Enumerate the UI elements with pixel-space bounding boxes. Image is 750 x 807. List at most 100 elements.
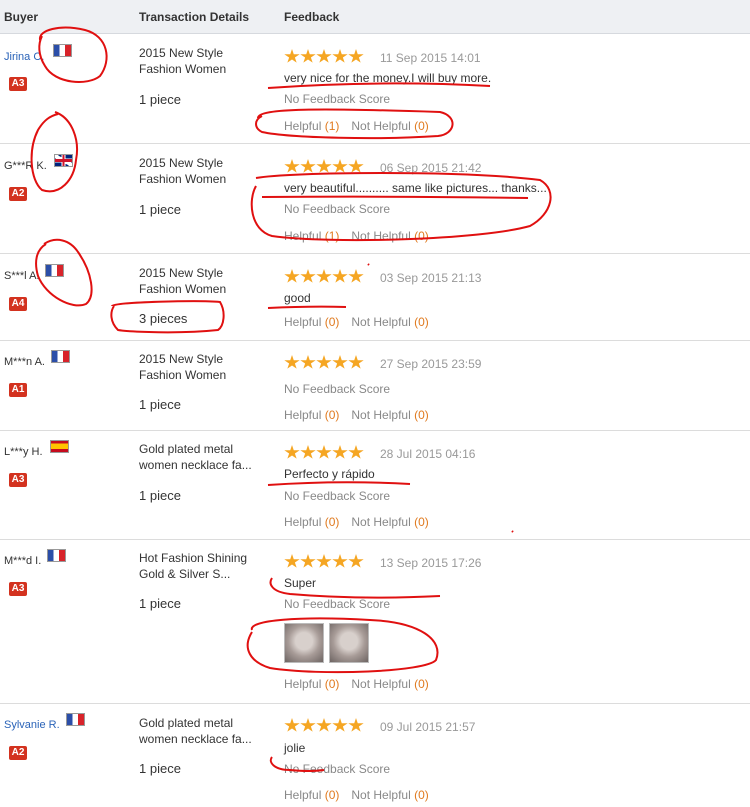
flag-france-icon bbox=[45, 264, 64, 277]
star-icon bbox=[316, 49, 332, 63]
helpful-link[interactable]: Helpful bbox=[284, 315, 321, 329]
star-icon bbox=[316, 445, 332, 459]
feedback-score: No Feedback Score bbox=[284, 762, 391, 776]
star-icon bbox=[300, 159, 316, 173]
feedback-date: 03 Sep 2015 21:13 bbox=[380, 271, 482, 285]
buyer-name: M***n A. bbox=[4, 356, 45, 368]
buyer-level-badge: A3 bbox=[9, 77, 27, 91]
quantity: 1 piece bbox=[139, 202, 181, 217]
buyer-name: L***y H. bbox=[4, 446, 43, 458]
product-name-link[interactable]: Hot Fashion Shining Gold & Silver S... bbox=[139, 550, 264, 582]
feedback-date: 27 Sep 2015 23:59 bbox=[380, 357, 482, 371]
helpful-count: (1) bbox=[324, 229, 340, 243]
product-name-link[interactable]: 2015 New Style Fashion Women bbox=[139, 45, 264, 77]
not-helpful-count: (0) bbox=[414, 229, 429, 243]
star-icon bbox=[348, 445, 364, 459]
star-icon bbox=[316, 554, 332, 568]
feedback-row: Jirina C. A3 2015 New Style Fashion Wome… bbox=[0, 35, 750, 144]
helpful-link[interactable]: Helpful bbox=[284, 119, 321, 133]
not-helpful-link[interactable]: Not Helpful bbox=[351, 677, 410, 691]
star-icon bbox=[348, 554, 364, 568]
buyer-name-link[interactable]: Sylvanie R. bbox=[4, 719, 60, 731]
product-name-link[interactable]: 2015 New Style Fashion Women bbox=[139, 155, 264, 187]
feedback-score: No Feedback Score bbox=[284, 382, 391, 396]
not-helpful-link[interactable]: Not Helpful bbox=[351, 229, 410, 243]
feedback-score: No Feedback Score bbox=[284, 489, 391, 503]
star-rating bbox=[284, 718, 364, 734]
quantity: 1 piece bbox=[139, 488, 181, 503]
helpful-count: (0) bbox=[324, 315, 340, 329]
star-icon bbox=[332, 445, 348, 459]
star-icon bbox=[284, 718, 300, 732]
helpful-votes: Helpful (1) Not Helpful (0) bbox=[284, 229, 429, 243]
buyer-level-badge: A2 bbox=[9, 746, 27, 760]
helpful-link[interactable]: Helpful bbox=[284, 515, 321, 529]
helpful-link[interactable]: Helpful bbox=[284, 788, 321, 802]
star-icon bbox=[348, 718, 364, 732]
buyer-name: G***R K. bbox=[4, 160, 47, 172]
buyer-level-badge: A4 bbox=[9, 297, 27, 311]
buyer-name: S***l A. bbox=[4, 270, 40, 282]
quantity: 1 piece bbox=[139, 397, 181, 412]
helpful-votes: Helpful (0) Not Helpful (0) bbox=[284, 315, 429, 329]
feedback-date: 28 Jul 2015 04:16 bbox=[380, 447, 476, 461]
helpful-votes: Helpful (1) Not Helpful (0) bbox=[284, 119, 429, 133]
feedback-photo-thumbnail[interactable] bbox=[284, 623, 324, 663]
feedback-score: No Feedback Score bbox=[284, 597, 391, 611]
feedback-row: M***n A. A1 2015 New Style Fashion Women… bbox=[0, 342, 750, 431]
not-helpful-link[interactable]: Not Helpful bbox=[351, 788, 410, 802]
feedback-comment: Super bbox=[284, 576, 317, 590]
buyer-level-badge: A2 bbox=[9, 187, 27, 201]
not-helpful-count: (0) bbox=[414, 515, 429, 529]
feedback-row: M***d I. A3 Hot Fashion Shining Gold & S… bbox=[0, 541, 750, 704]
feedback-comment: very nice for the money.I will buy more. bbox=[284, 71, 492, 85]
not-helpful-count: (0) bbox=[414, 788, 429, 802]
star-icon bbox=[332, 355, 348, 369]
helpful-count: (0) bbox=[324, 408, 340, 422]
star-icon bbox=[316, 355, 332, 369]
helpful-count: (0) bbox=[324, 515, 340, 529]
feedback-comment: good bbox=[284, 291, 311, 305]
feedback-comment: jolie bbox=[284, 741, 306, 755]
not-helpful-link[interactable]: Not Helpful bbox=[351, 119, 410, 133]
star-icon bbox=[284, 355, 300, 369]
star-icon bbox=[348, 355, 364, 369]
helpful-link[interactable]: Helpful bbox=[284, 229, 321, 243]
product-name-link[interactable]: Gold plated metal women necklace fa... bbox=[139, 441, 264, 473]
feedback-date: 11 Sep 2015 14:01 bbox=[380, 51, 481, 65]
star-icon bbox=[284, 159, 300, 173]
product-name-link[interactable]: Gold plated metal women necklace fa... bbox=[139, 715, 264, 747]
star-icon bbox=[332, 554, 348, 568]
star-icon bbox=[348, 269, 364, 283]
flag-france-icon bbox=[47, 549, 66, 562]
not-helpful-link[interactable]: Not Helpful bbox=[351, 515, 410, 529]
star-icon bbox=[348, 159, 364, 173]
feedback-score: No Feedback Score bbox=[284, 92, 391, 106]
helpful-count: (0) bbox=[324, 788, 340, 802]
buyer-name: M***d I. bbox=[4, 555, 42, 567]
star-icon bbox=[316, 269, 332, 283]
star-rating bbox=[284, 49, 364, 65]
helpful-count: (0) bbox=[324, 677, 340, 691]
header-feedback: Feedback bbox=[284, 10, 340, 24]
star-icon bbox=[284, 49, 300, 63]
not-helpful-link[interactable]: Not Helpful bbox=[351, 408, 410, 422]
header-buyer: Buyer bbox=[4, 10, 39, 24]
flag-france-icon bbox=[66, 713, 85, 726]
feedback-comment: very beautiful.......... same like pictu… bbox=[284, 181, 547, 195]
feedback-date: 06 Sep 2015 21:42 bbox=[380, 161, 482, 175]
star-rating bbox=[284, 159, 364, 175]
not-helpful-link[interactable]: Not Helpful bbox=[351, 315, 410, 329]
helpful-link[interactable]: Helpful bbox=[284, 677, 321, 691]
helpful-link[interactable]: Helpful bbox=[284, 408, 321, 422]
star-icon bbox=[316, 159, 332, 173]
star-icon bbox=[300, 355, 316, 369]
feedback-row: G***R K. A2 2015 New Style Fashion Women… bbox=[0, 145, 750, 254]
product-name-link[interactable]: 2015 New Style Fashion Women bbox=[139, 351, 264, 383]
star-rating bbox=[284, 445, 364, 461]
product-name-link[interactable]: 2015 New Style Fashion Women bbox=[139, 265, 264, 297]
star-icon bbox=[332, 49, 348, 63]
feedback-photo-thumbnail[interactable] bbox=[329, 623, 369, 663]
star-icon bbox=[284, 554, 300, 568]
buyer-name-link[interactable]: Jirina C. bbox=[4, 51, 44, 63]
